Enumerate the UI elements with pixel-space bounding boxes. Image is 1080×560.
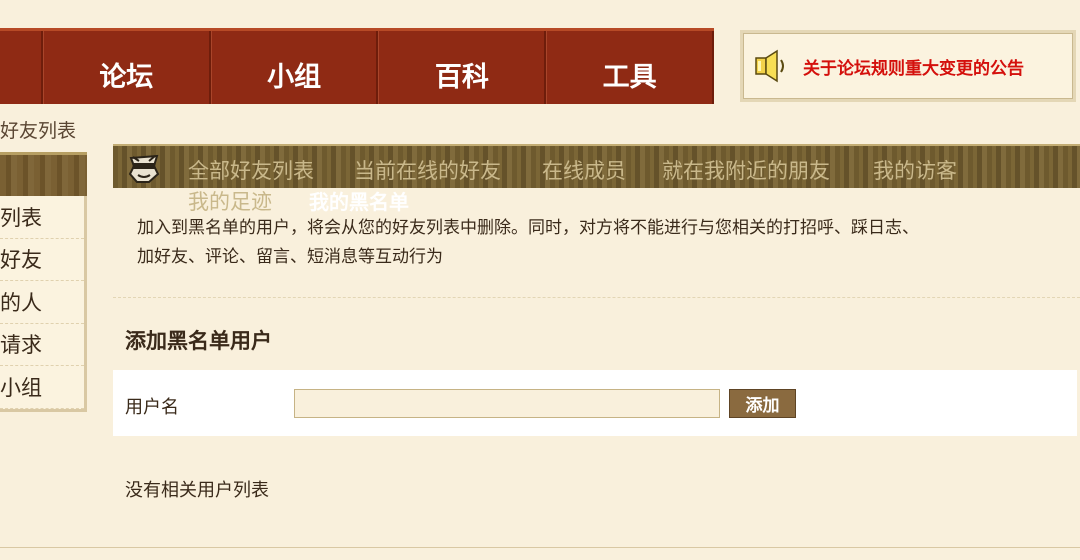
divider (113, 297, 1080, 298)
sidebar-item-people-you-may-know[interactable]: 的人 (0, 281, 84, 324)
tab-nearby-friends[interactable]: 就在我附近的朋友 (662, 155, 830, 185)
speaker-icon (755, 49, 784, 83)
sidebar: 列表 好友 的人 请求 小组 (0, 152, 87, 412)
masked-avatar-icon (128, 154, 160, 183)
tab-all-friends[interactable]: 全部好友列表 (188, 155, 314, 185)
tab-my-footprints[interactable]: 我的足迹 (188, 186, 272, 216)
add-blacklist-title: 添加黑名单用户 (125, 329, 272, 353)
tab-online-friends[interactable]: 当前在线的好友 (354, 155, 501, 185)
sidebar-item-find-friends[interactable]: 好友 (0, 239, 84, 281)
sidebar-item-friend-requests[interactable]: 请求 (0, 324, 84, 366)
nav-item-forum[interactable]: 论坛 (42, 31, 211, 104)
nav-item-group[interactable]: 小组 (210, 31, 379, 104)
description-line-2: 加好友、评论、留言、短消息等互动行为 (137, 247, 443, 267)
sidebar-header (0, 152, 87, 196)
sidebar-item-friend-list[interactable]: 列表 (0, 196, 84, 239)
announcement-link[interactable]: 关于论坛规则重大变更的公告 (803, 54, 1024, 79)
sidebar-item-groups[interactable]: 小组 (0, 366, 84, 409)
nav-item-partial[interactable] (0, 31, 43, 104)
nav-item-tools[interactable]: 工具 (546, 31, 714, 104)
footer-divider (0, 547, 1080, 548)
nav-item-wiki[interactable]: 百科 (378, 31, 547, 104)
empty-list-message: 没有相关用户列表 (125, 480, 269, 501)
description-line-1: 加入到黑名单的用户，将会从您的好友列表中删除。同时，对方将不能进行与您相关的打招… (137, 218, 919, 238)
username-input[interactable] (294, 389, 720, 418)
add-blacklist-form: 用户名 添加 (113, 370, 1077, 436)
sidebar-list: 列表 好友 的人 请求 小组 (0, 196, 87, 412)
add-button[interactable]: 添加 (729, 389, 796, 418)
tab-my-blacklist[interactable]: 我的黑名单 (309, 186, 409, 215)
tab-online-members[interactable]: 在线成员 (542, 155, 626, 185)
top-nav: 论坛 小组 百科 工具 (0, 28, 714, 104)
breadcrumb: 好友列表 (0, 120, 77, 142)
announcement-box: 关于论坛规则重大变更的公告 (740, 30, 1076, 102)
tab-my-visitors[interactable]: 我的访客 (873, 155, 957, 185)
username-label: 用户名 (125, 397, 179, 418)
blacklist-description: 加入到黑名单的用户，将会从您的好友列表中删除。同时，对方将不能进行与您相关的打招… (137, 214, 1057, 272)
friend-tabs: 全部好友列表 当前在线的好友 在线成员 就在我附近的朋友 我的访客 我的足迹 我… (113, 144, 1080, 214)
